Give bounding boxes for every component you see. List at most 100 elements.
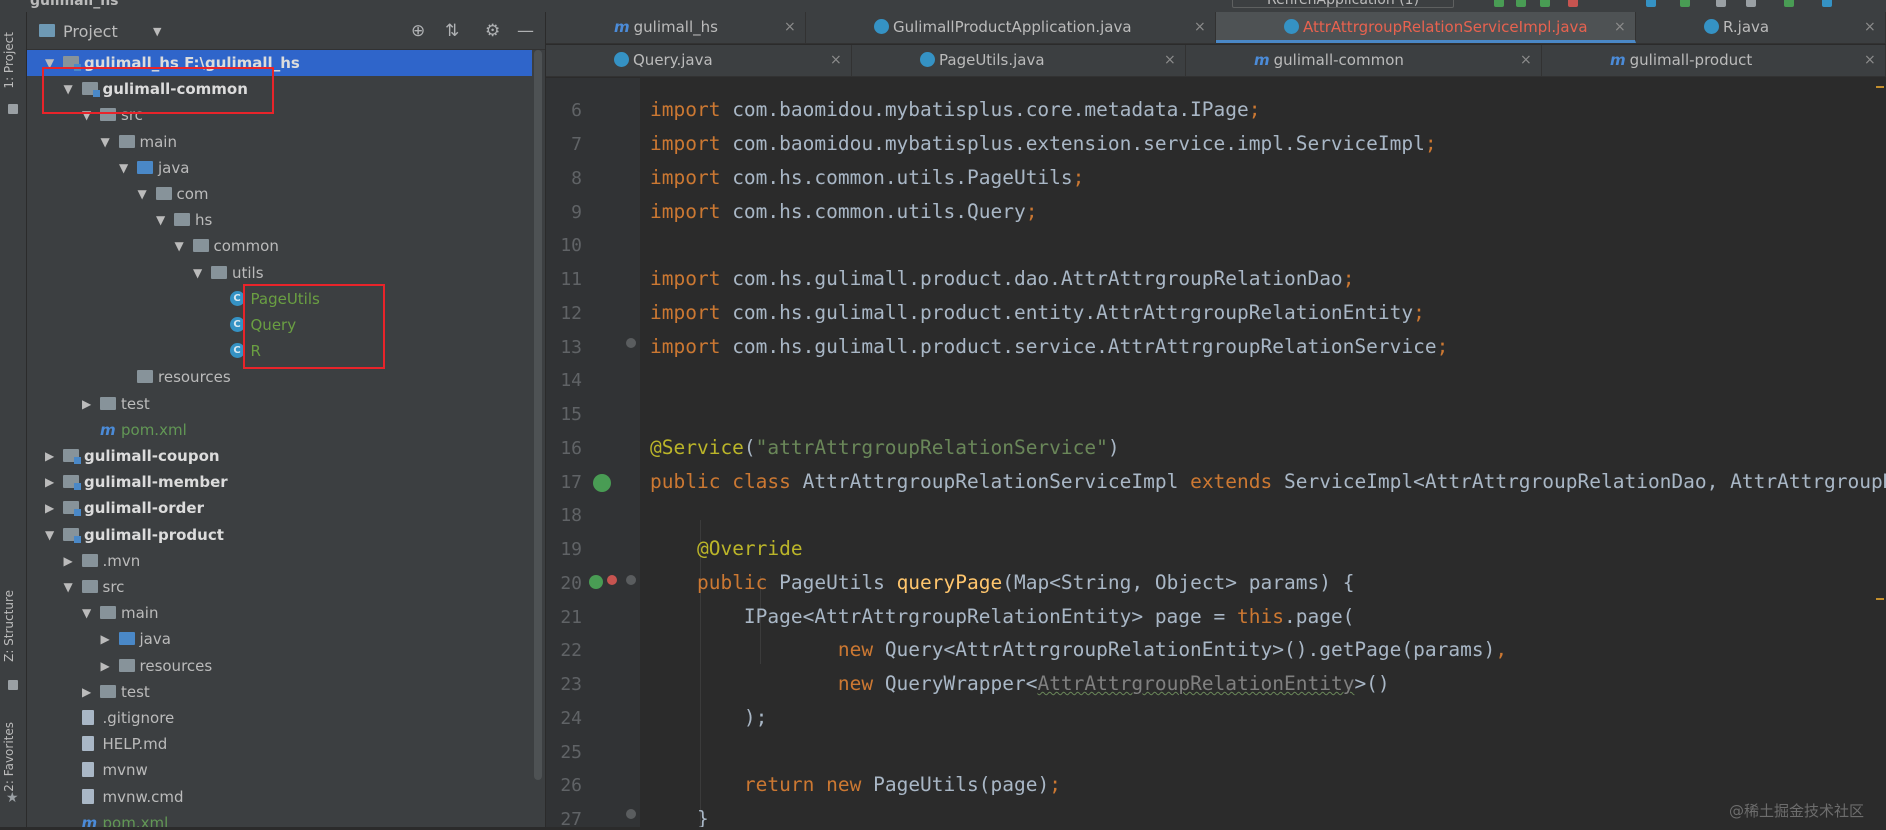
- close-tab-icon[interactable]: ×: [1864, 45, 1876, 76]
- tree-item[interactable]: ▶ gulimall-coupon: [27, 443, 532, 469]
- tool-tab-project[interactable]: 1: Project: [2, 32, 16, 89]
- implements-up-arrow-icon[interactable]: [607, 575, 617, 585]
- tree-item[interactable]: ▶ .mvn: [27, 548, 532, 574]
- expand-arrow-down-icon[interactable]: ▼: [156, 207, 165, 233]
- expand-arrow-down-icon[interactable]: ▼: [175, 233, 184, 259]
- locate-target-icon[interactable]: ⊕: [411, 21, 425, 41]
- favorites-star-icon[interactable]: ★: [6, 790, 19, 806]
- close-tab-icon[interactable]: ×: [1864, 12, 1876, 43]
- project-scrollbar[interactable]: [534, 50, 542, 780]
- fold-marker-icon[interactable]: [626, 809, 636, 819]
- editor-tab[interactable]: GulimallProductApplication.java ×: [806, 12, 1216, 43]
- project-view-title[interactable]: Project: [63, 22, 118, 41]
- view-dropdown-icon[interactable]: ▼: [153, 25, 161, 38]
- expand-arrow-down-icon[interactable]: ▼: [82, 600, 91, 626]
- project-tool-window: Project ▼ ⊕ ⇅ ⚙ — ▼ gulimall_hs F:\gulima…: [27, 12, 545, 827]
- tree-item[interactable]: ▶ test: [27, 391, 532, 417]
- project-tree[interactable]: ▼ gulimall_hs F:\gulimall_hs ▼ gulimall-com…: [27, 50, 532, 827]
- collapse-all-icon[interactable]: ⇅: [445, 21, 459, 41]
- expand-arrow-right-icon[interactable]: ▶: [45, 443, 54, 469]
- close-tab-icon[interactable]: ×: [830, 45, 842, 76]
- project-tool-icon[interactable]: [8, 104, 18, 114]
- line-number: 20: [560, 573, 582, 594]
- tree-item[interactable]: ▶ gulimall-order: [27, 495, 532, 521]
- editor-tab[interactable]: m gulimall_hs ×: [546, 12, 806, 43]
- vcs-update-icon[interactable]: [1646, 0, 1656, 7]
- tool-tab-favorites[interactable]: 2: Favorites: [2, 722, 16, 792]
- code-line-21: IPage<AttrAttrgroupRelationEntity> page …: [743, 605, 1355, 628]
- revert-icon[interactable]: [1746, 0, 1756, 7]
- editor-tab[interactable]: m gulimall-product ×: [1542, 45, 1886, 76]
- editor-tab[interactable]: AttrAttrgroupRelationServiceImpl.java ×: [1216, 12, 1636, 43]
- expand-arrow-down-icon[interactable]: ▼: [138, 181, 147, 207]
- expand-arrow-right-icon[interactable]: ▶: [82, 391, 91, 417]
- tree-item[interactable]: ▼ src: [27, 574, 532, 600]
- close-tab-icon[interactable]: ×: [1614, 12, 1626, 43]
- fold-marker-icon[interactable]: [626, 575, 636, 585]
- warning-marker[interactable]: [1876, 86, 1884, 88]
- close-tab-icon[interactable]: ×: [1164, 45, 1176, 76]
- warning-marker[interactable]: [1876, 598, 1884, 600]
- tree-item[interactable]: m pom.xml: [27, 417, 532, 443]
- tree-item[interactable]: .gitignore: [27, 705, 532, 731]
- tree-item[interactable]: ▶ test: [27, 679, 532, 705]
- expand-arrow-right-icon[interactable]: ▶: [82, 679, 91, 705]
- tool-tab-structure[interactable]: Z: Structure: [2, 590, 16, 662]
- editor-tab-label: gulimall_hs: [633, 18, 718, 36]
- editor-tab[interactable]: R.java ×: [1636, 12, 1886, 43]
- editor-tab[interactable]: m gulimall-common ×: [1186, 45, 1542, 76]
- close-tab-icon[interactable]: ×: [784, 12, 796, 43]
- tree-item[interactable]: ▼ java: [27, 155, 532, 181]
- tree-item[interactable]: ▼ main: [27, 600, 532, 626]
- tree-item[interactable]: ▶ gulimall-member: [27, 469, 532, 495]
- run-configuration-select[interactable]: RenrenApplication (1): [1232, 0, 1454, 8]
- debug-icon[interactable]: [1516, 0, 1526, 7]
- close-tab-icon[interactable]: ×: [1194, 12, 1206, 43]
- coverage-icon[interactable]: [1540, 0, 1550, 7]
- close-tab-icon[interactable]: ×: [1520, 45, 1532, 76]
- expand-arrow-down-icon[interactable]: ▼: [64, 574, 73, 600]
- tree-item[interactable]: ▼ com: [27, 181, 532, 207]
- hide-panel-icon[interactable]: —: [517, 21, 534, 41]
- override-marker-icon[interactable]: [589, 575, 603, 589]
- expand-arrow-right-icon[interactable]: ▶: [45, 469, 54, 495]
- line-number: 22: [560, 640, 582, 661]
- stop-icon[interactable]: [1568, 0, 1578, 7]
- expand-arrow-down-icon[interactable]: ▼: [45, 522, 54, 548]
- module-icon: [63, 501, 81, 517]
- implementation-marker-icon[interactable]: [593, 474, 611, 492]
- navigation-breadcrumb[interactable]: gulimall_hs: [30, 0, 119, 9]
- tree-item[interactable]: ▶ java: [27, 626, 532, 652]
- expand-arrow-right-icon[interactable]: ▶: [101, 626, 110, 652]
- tree-item[interactable]: HELP.md: [27, 731, 532, 757]
- maven-icon: m: [1610, 51, 1626, 69]
- folder-icon: [100, 396, 116, 410]
- history-icon[interactable]: [1716, 0, 1726, 7]
- settings-gear-icon[interactable]: ⚙: [485, 21, 500, 41]
- editor-tab[interactable]: PageUtils.java ×: [852, 45, 1186, 76]
- expand-arrow-down-icon[interactable]: ▼: [119, 155, 128, 181]
- run-icon[interactable]: [1494, 0, 1504, 7]
- editor-tab[interactable]: Query.java ×: [546, 45, 852, 76]
- structure-tool-icon[interactable]: [8, 680, 18, 690]
- expand-arrow-right-icon[interactable]: ▶: [101, 653, 110, 679]
- expand-arrow-down-icon[interactable]: ▼: [193, 260, 202, 286]
- tree-item[interactable]: ▼ utils: [27, 260, 532, 286]
- fold-marker-icon[interactable]: [626, 338, 636, 348]
- tree-item[interactable]: ▼ main: [27, 129, 532, 155]
- tree-item[interactable]: ▼ common: [27, 233, 532, 259]
- vcs-commit-icon[interactable]: [1680, 0, 1690, 7]
- tree-item[interactable]: ▼ gulimall-product: [27, 522, 532, 548]
- search-everywhere-icon[interactable]: [1822, 0, 1832, 7]
- tree-item[interactable]: mvnw: [27, 757, 532, 783]
- tree-item[interactable]: ▼ hs: [27, 207, 532, 233]
- folder-icon: [118, 134, 135, 148]
- expand-arrow-right-icon[interactable]: ▶: [45, 495, 54, 521]
- tree-item[interactable]: m pom.xml: [27, 810, 532, 827]
- tree-item[interactable]: mvnw.cmd: [27, 784, 532, 810]
- build-icon[interactable]: [1784, 0, 1794, 7]
- tree-item[interactable]: ▶ resources: [27, 653, 532, 679]
- expand-arrow-right-icon[interactable]: ▶: [64, 548, 73, 574]
- expand-arrow-down-icon[interactable]: ▼: [101, 129, 110, 155]
- code-editor[interactable]: import com.baomidou.mybatisplus.core.met…: [640, 78, 1886, 827]
